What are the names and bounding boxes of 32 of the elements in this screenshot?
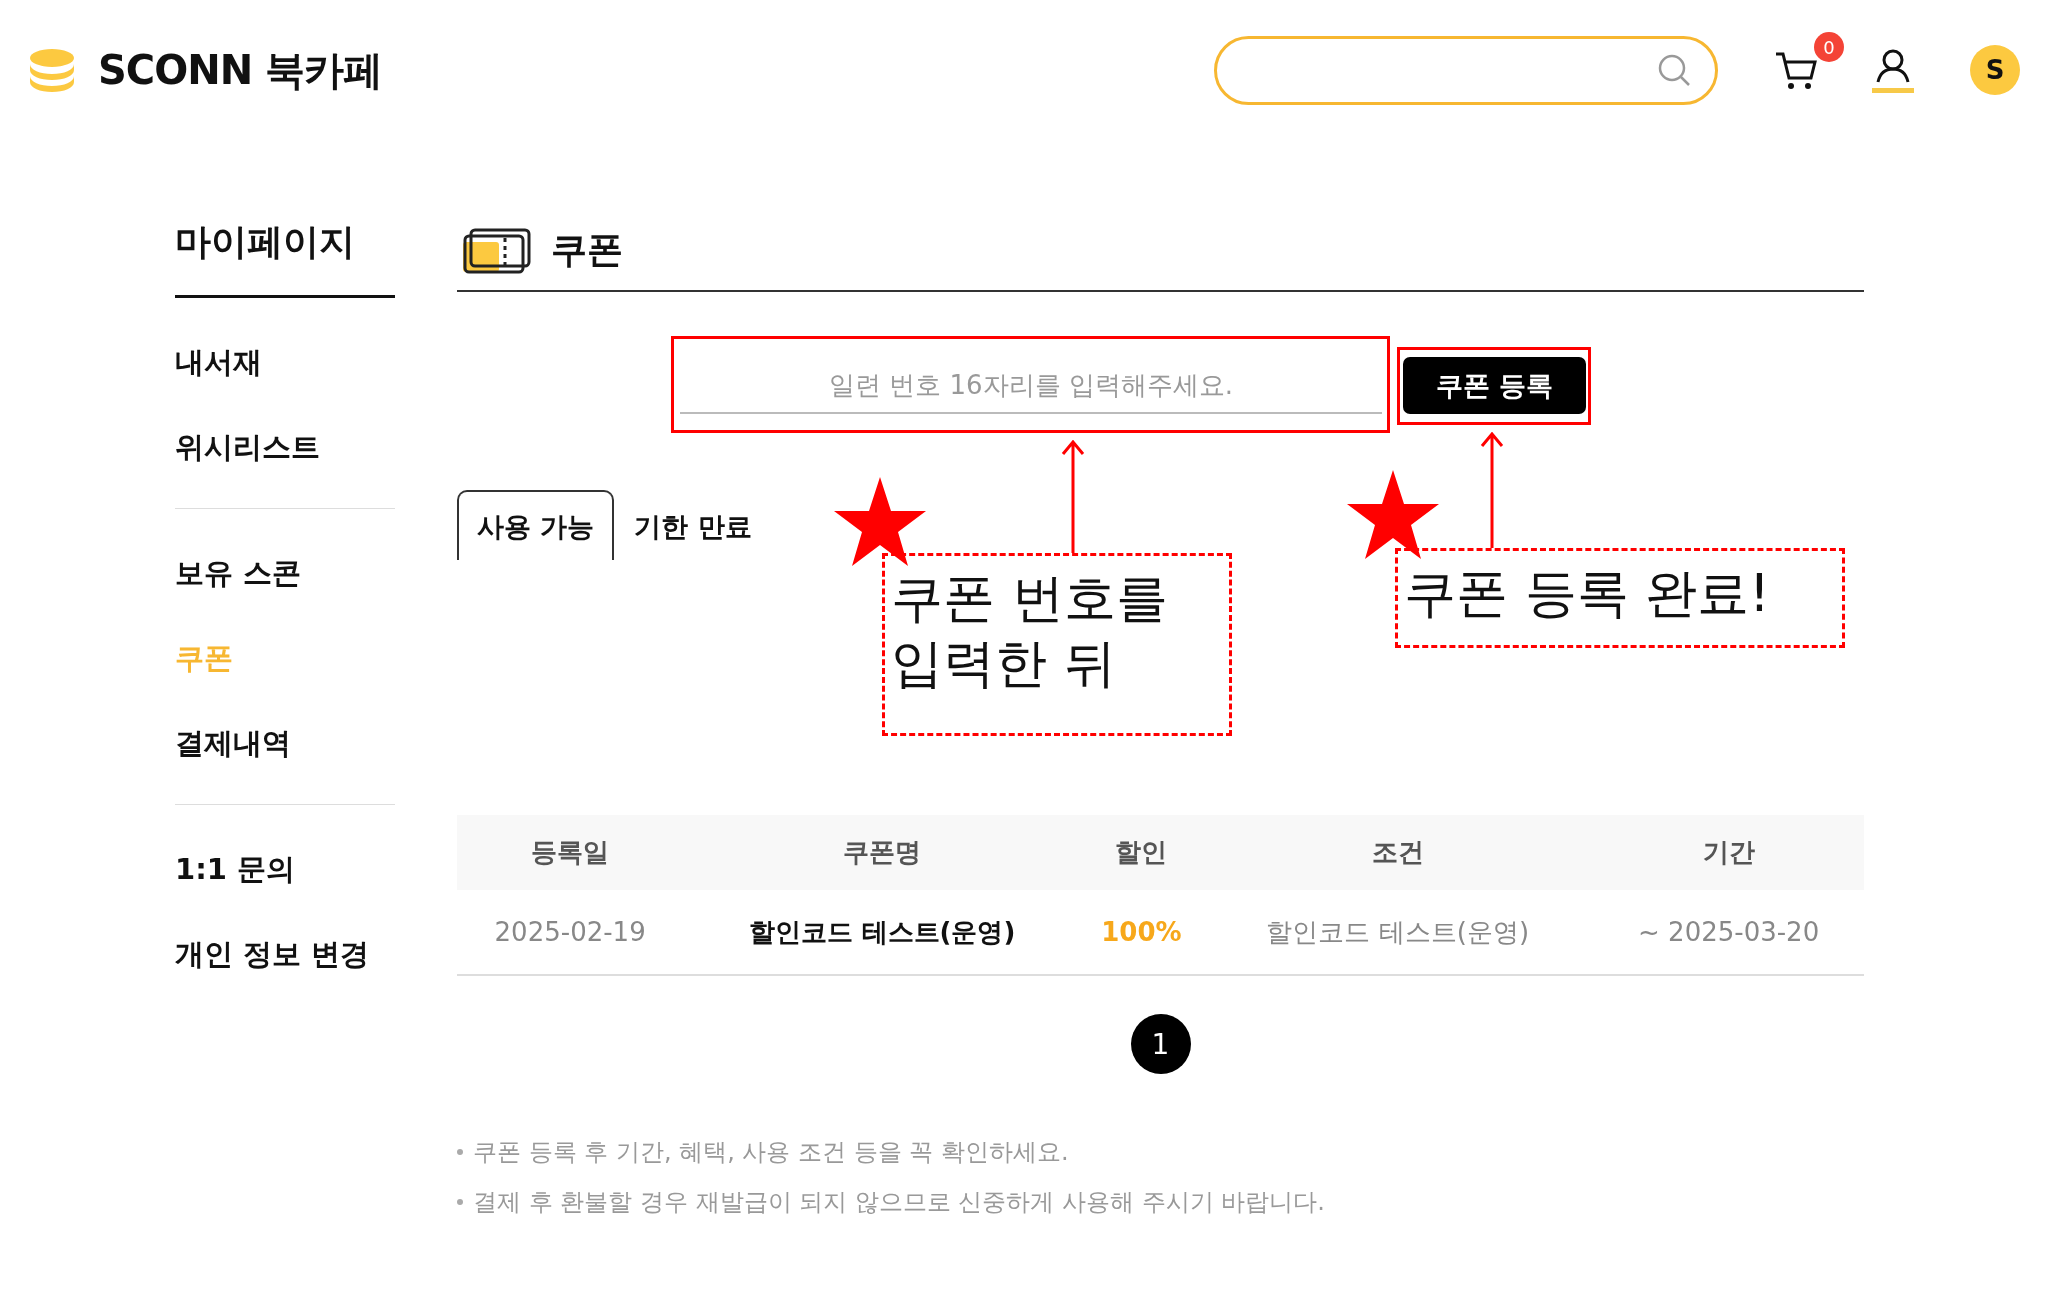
table-cell: 할인코드 테스트(운영) (1202, 890, 1594, 975)
table-cell: ~ 2025-03-20 (1593, 890, 1864, 975)
sidebar-item[interactable]: 위시리스트 (175, 405, 395, 490)
callout-text: 쿠폰 번호를 입력한 뒤 (882, 553, 1232, 736)
star-icon (1347, 470, 1439, 559)
sidebar-item[interactable]: 내서재 (175, 320, 395, 405)
note-text: 쿠폰 등록 후 기간, 혜택, 사용 조건 등을 꼭 확인하세요. (473, 1137, 1069, 1168)
table-cell: 할인코드 테스트(운영) (683, 890, 1081, 975)
search-field[interactable] (1214, 35, 1718, 105)
tab[interactable]: 사용 가능 (457, 490, 615, 560)
search-icon[interactable] (1657, 53, 1691, 87)
star-icon (834, 477, 926, 566)
logo-text[interactable]: SCONN 북카페 (98, 42, 383, 98)
sidebar-item[interactable]: 1:1 문의 (175, 827, 395, 912)
user-avatar[interactable]: S (1970, 45, 2020, 95)
table-cell: 2025-02-19 (457, 890, 684, 975)
callout-text: 쿠폰 등록 완료! (1395, 548, 1845, 648)
cart-icon[interactable] (1774, 50, 1818, 90)
page-title: 쿠폰 (551, 227, 623, 272)
sidebar-item[interactable]: 보유 스콘 (175, 531, 395, 616)
logo-icon[interactable] (28, 46, 76, 94)
bullet-icon (457, 1199, 463, 1205)
table-cell: 100% (1080, 890, 1203, 975)
cart-badge: 0 (1814, 32, 1844, 62)
sidebar-title: 마이페이지 (175, 218, 395, 298)
bullet-icon (457, 1149, 463, 1155)
sidebar-item[interactable]: 결제내역 (175, 701, 395, 786)
user-icon[interactable] (1875, 47, 1911, 84)
note-text: 결제 후 환불할 경우 재발급이 되지 않으므로 신중하게 사용해 주시기 바랍니다. (473, 1187, 1325, 1218)
register-coupon-button[interactable]: 쿠폰 등록 (1403, 357, 1586, 414)
sidebar-item[interactable]: 개인 정보 변경 (175, 912, 395, 997)
page-number[interactable]: 1 (1130, 1014, 1191, 1074)
